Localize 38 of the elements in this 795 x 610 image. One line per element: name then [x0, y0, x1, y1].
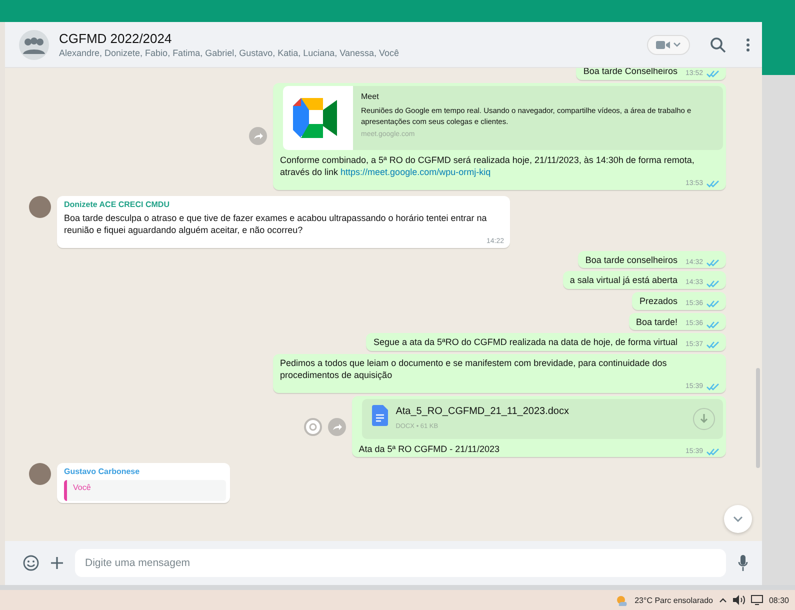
chat-title: CGFMD 2022/2024 [59, 31, 173, 46]
video-call-button[interactable] [647, 34, 690, 54]
speaker-icon[interactable] [732, 595, 745, 605]
quoted-author: Você [73, 482, 91, 492]
plus-icon[interactable] [51, 557, 63, 569]
emoji-icon[interactable] [23, 555, 39, 571]
message-text: Boa tarde conselheiros [585, 254, 678, 266]
message-text: Prezados [639, 294, 678, 308]
microphone-icon[interactable] [738, 555, 748, 571]
scrollbar[interactable] [756, 368, 760, 468]
preview-title: Meet [361, 90, 380, 102]
message-text: Boa tarde! [636, 316, 678, 328]
search-icon[interactable] [710, 36, 726, 52]
message-text: Ata da 5ª RO CGFMD - 21/11/2023 [358, 442, 500, 456]
weather-icon [614, 594, 629, 606]
group-members: Alexandre, Donizete, Fabio, Fatima, Gabriel, Gustavo, Katia, Luciana, Vanessa, Você [59, 48, 400, 58]
sender-name: Donizete ACE CRECI CMDU [64, 198, 170, 210]
chevron-up-icon[interactable] [718, 597, 727, 603]
message-link[interactable]: https://meet.google.com/wpu-ormj-kiq [340, 167, 491, 178]
clock-time: 08:30 [768, 596, 789, 604]
message-text: a sala virtual já está aberta [570, 274, 678, 287]
sender-name: Gustavo Carbonese [64, 466, 141, 478]
weather-text: 23°C Parc ensolarado [634, 596, 713, 604]
menu-icon[interactable] [746, 38, 750, 52]
message-text: Conforme combinado, a 5ª RO do CGFMD será realizada hoje, 21/11/2023, às 14:30h de forma remota, através do link https://meet.google.com/wpu-ormj-kiq [280, 154, 696, 179]
avatar [29, 463, 51, 486]
message-input[interactable]: Digite uma mensagem [75, 549, 726, 577]
chevron-down-icon [733, 516, 743, 522]
message-text: Boa tarde desculpa o atraso e que tive de fazer exames e acabou ultrapassando o horário tentei entrar na reunião e fiquei aguardando alguém aceitar, e não ocorreu? [64, 212, 488, 237]
message-text: Pedimos a todos que leiam o documento e se manifestem com brevidade, para continuidade dos procedimentos de aquisição [280, 356, 668, 382]
avatar [29, 196, 51, 218]
video-camera-icon [656, 40, 670, 50]
document-icon [372, 404, 388, 426]
message-text: Segue a ata da 5ªRO do CGFMD realizada na data de hoje, de forma virtual [373, 336, 678, 349]
file-name: Ata_5_RO_CGFMD_21_11_2023.docx [396, 406, 569, 417]
group-avatar-icon [19, 30, 49, 60]
caret-icon [673, 42, 681, 48]
download-icon [700, 414, 708, 424]
